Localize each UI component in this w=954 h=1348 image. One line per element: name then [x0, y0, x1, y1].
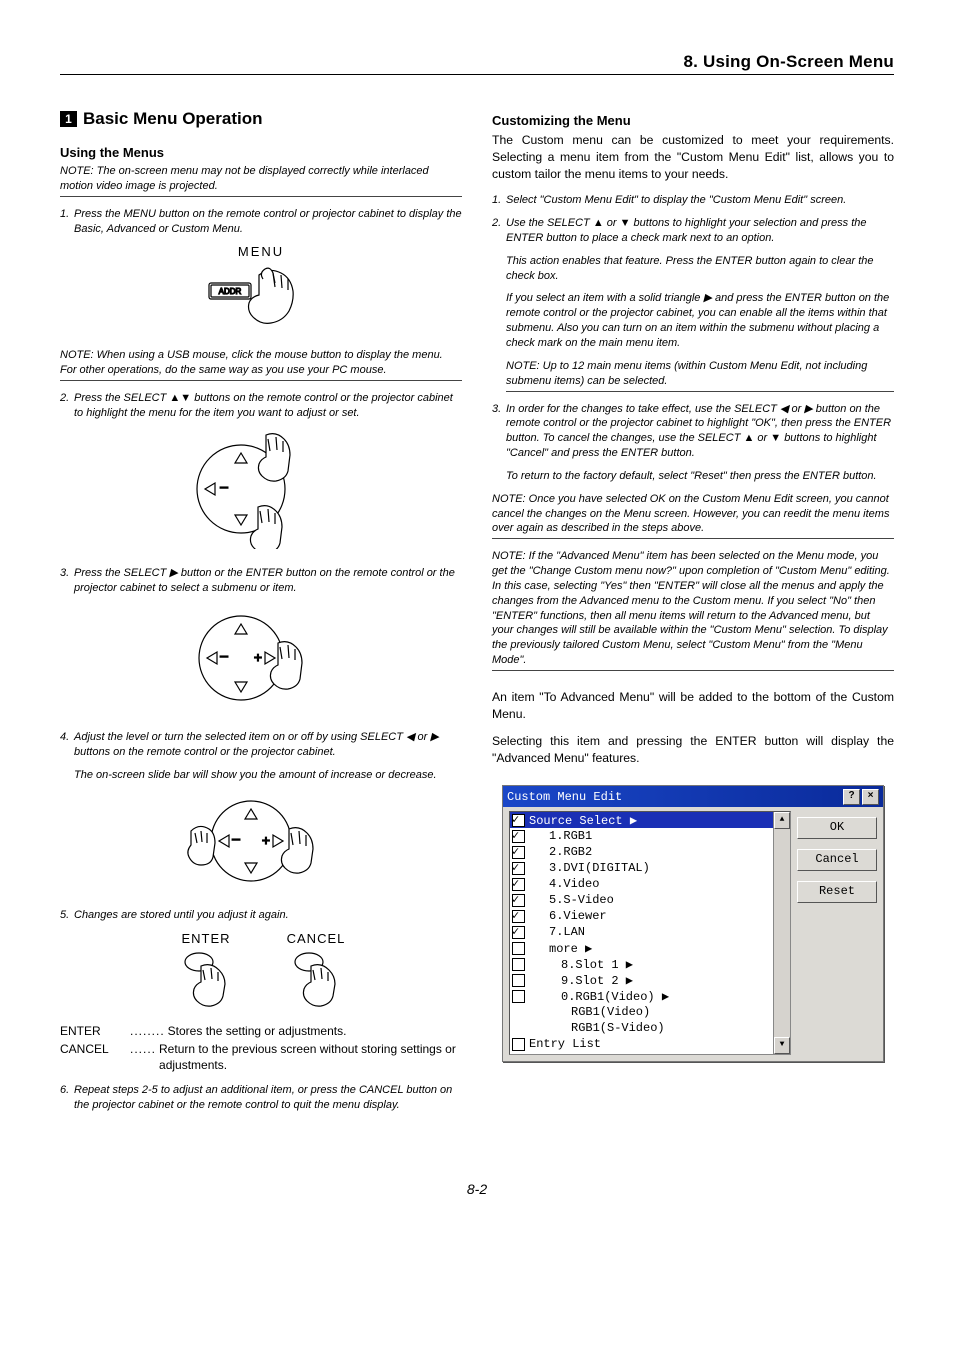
enter-cancel-definitions: ENTER ........ Stores the setting or adj… — [60, 1023, 462, 1074]
step-6: 6.Repeat steps 2-5 to adjust an addition… — [60, 1083, 462, 1113]
svg-text:+: + — [254, 649, 262, 665]
scroll-up-icon[interactable]: ▲ — [774, 812, 790, 829]
checkbox[interactable] — [512, 846, 525, 859]
customizing-intro: The Custom menu can be customized to mee… — [492, 132, 894, 183]
closing-2: Selecting this item and pressing the ENT… — [492, 733, 894, 767]
figure-select-right: − + — [60, 603, 462, 718]
customizing-heading: Customizing the Menu — [492, 113, 894, 128]
page-number: 8-2 — [60, 1181, 894, 1197]
rstep-3b: To return to the factory default, select… — [506, 469, 894, 484]
figure-select-leftright: − + — [60, 791, 462, 896]
step-3: 3.Press the SELECT ▶ button or the ENTER… — [60, 566, 462, 596]
dl-cancel-term: CANCEL — [60, 1041, 130, 1073]
checkbox[interactable] — [512, 878, 525, 891]
dl-enter-term: ENTER — [60, 1023, 130, 1039]
section-title: Basic Menu Operation — [83, 109, 262, 129]
rstep-2: 2.Use the SELECT ▲ or ▼ buttons to highl… — [492, 216, 894, 246]
rstep-2c: If you select an item with a solid trian… — [506, 291, 894, 350]
enter-caption: ENTER — [171, 931, 241, 946]
help-icon[interactable]: ? — [843, 789, 860, 805]
scroll-down-icon[interactable]: ▼ — [774, 1037, 790, 1054]
list-item[interactable]: 1.RGB1 — [510, 828, 774, 844]
scrollbar[interactable]: ▲ ▼ — [773, 812, 790, 1054]
checkbox[interactable] — [512, 830, 525, 843]
step-4: 4.Adjust the level or turn the selected … — [60, 730, 462, 760]
rstep-2b: This action enables that feature. Press … — [506, 254, 894, 284]
list-item[interactable]: 9.Slot 2 ▶ — [510, 972, 774, 988]
checkbox[interactable] — [512, 1038, 525, 1051]
list-item[interactable]: 8.Slot 1 ▶ — [510, 956, 774, 972]
list-item[interactable]: RGB1(S-Video) — [510, 1020, 774, 1036]
checkbox[interactable] — [512, 862, 525, 875]
note-ok-cancel: NOTE: Once you have selected OK on the C… — [492, 492, 894, 540]
menu-caption: MENU — [60, 244, 462, 259]
close-icon[interactable]: × — [862, 789, 879, 805]
svg-text:+: + — [262, 832, 270, 848]
rstep-3: 3.In order for the changes to take effec… — [492, 402, 894, 461]
checkbox[interactable] — [512, 894, 525, 907]
note-12-items: NOTE: Up to 12 main menu items (within C… — [506, 359, 894, 392]
chapter-title: 8. Using On-Screen Menu — [60, 52, 894, 74]
cancel-button[interactable]: Cancel — [797, 849, 877, 871]
chapter-rule — [60, 74, 894, 75]
ok-button[interactable]: OK — [797, 817, 877, 839]
custom-menu-edit-dialog: Custom Menu Edit ? × Source Select ▶ — [502, 785, 884, 1062]
checkbox[interactable] — [512, 926, 525, 939]
using-menus-heading: Using the Menus — [60, 145, 462, 160]
section-number-box: 1 — [60, 111, 77, 127]
svg-text:−: − — [231, 832, 240, 849]
list-item[interactable]: 4.Video — [510, 876, 774, 892]
list-item[interactable]: 3.DVI(DIGITAL) — [510, 860, 774, 876]
section-heading: 1 Basic Menu Operation — [60, 109, 462, 129]
list-item[interactable]: more ▶ — [510, 940, 774, 956]
checkbox[interactable] — [512, 814, 525, 827]
checkbox[interactable] — [512, 958, 525, 971]
list-item[interactable]: 6.Viewer — [510, 908, 774, 924]
step-2: 2.Press the SELECT ▲▼ buttons on the rem… — [60, 391, 462, 421]
figure-select-updown: − — [60, 429, 462, 554]
step-5: 5.Changes are stored until you adjust it… — [60, 908, 462, 923]
step-4-extra: The on-screen slide bar will show you th… — [74, 768, 462, 783]
cancel-caption: CANCEL — [281, 931, 351, 946]
step-1: 1.Press the MENU button on the remote co… — [60, 207, 462, 237]
svg-text:−: − — [219, 649, 228, 666]
figure-enter-cancel: ENTER CANCEL — [60, 931, 462, 1015]
note-interlaced: NOTE: The on-screen menu may not be disp… — [60, 164, 462, 197]
svg-text:−: − — [219, 480, 228, 497]
list-item[interactable]: RGB1(Video) — [510, 1004, 774, 1020]
dialog-title: Custom Menu Edit — [507, 790, 622, 804]
list-item[interactable]: 7.LAN — [510, 924, 774, 940]
checkbox[interactable] — [512, 910, 525, 923]
checkbox[interactable] — [512, 990, 525, 1003]
note-usb-mouse: NOTE: When using a USB mouse, click the … — [60, 348, 462, 381]
addr-label: ADDR — [219, 287, 242, 296]
note-advanced-menu: NOTE: If the "Advanced Menu" item has be… — [492, 549, 894, 671]
list-item[interactable]: 5.S-Video — [510, 892, 774, 908]
dl-enter-def: Stores the setting or adjustments. — [168, 1023, 462, 1039]
rstep-1: 1.Select "Custom Menu Edit" to display t… — [492, 193, 894, 208]
list-item[interactable]: 2.RGB2 — [510, 844, 774, 860]
checkbox[interactable] — [512, 942, 525, 955]
reset-button[interactable]: Reset — [797, 881, 877, 903]
dl-cancel-def: Return to the previous screen without st… — [159, 1041, 462, 1073]
list-item[interactable]: 0.RGB1(Video) ▶ — [510, 988, 774, 1004]
menu-listbox[interactable]: Source Select ▶ 1.RGB1 2.RGB2 3.DVI(DIGI… — [509, 811, 791, 1055]
checkbox[interactable] — [512, 974, 525, 987]
list-item[interactable]: Entry List — [510, 1036, 774, 1052]
figure-menu-button: MENU ADDR — [60, 244, 462, 336]
closing-1: An item "To Advanced Menu" will be added… — [492, 689, 894, 723]
list-item-source-select[interactable]: Source Select ▶ — [510, 812, 774, 828]
